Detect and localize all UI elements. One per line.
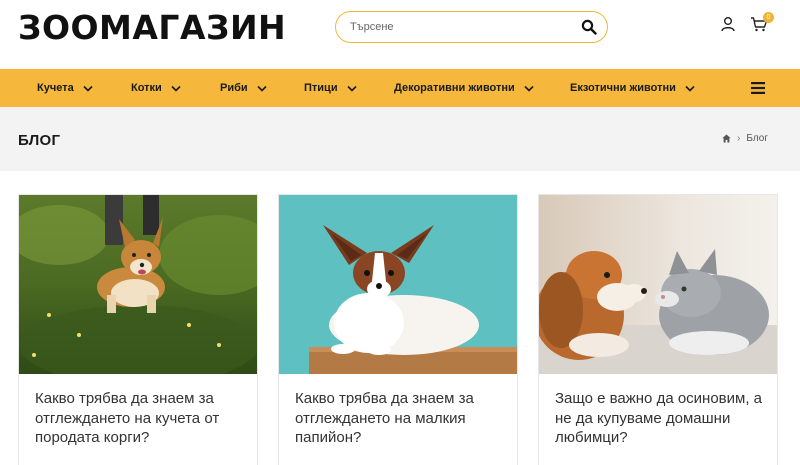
nav-item-label: Птици [304, 82, 338, 94]
chevron-down-icon [347, 85, 357, 92]
nav-item-cats[interactable]: Котки [131, 69, 181, 107]
post-title[interactable]: Защо е важно да осиновим, а не да купува… [555, 389, 767, 448]
chevron-down-icon [685, 85, 695, 92]
search-box [335, 11, 608, 43]
blog-card[interactable]: Какво трябва да знаем за отглеждането на… [278, 194, 518, 465]
chevron-down-icon [171, 85, 181, 92]
post-title[interactable]: Какво трябва да знаем за отглеждането на… [295, 389, 507, 448]
blog-card[interactable]: Защо е важно да осиновим, а не да купува… [538, 194, 778, 465]
breadcrumb-separator: › [737, 133, 741, 144]
nav-item-decorative-animals[interactable]: Декоративни животни [394, 69, 534, 107]
nav-item-label: Декоративни животни [394, 82, 515, 94]
main-navigation: Кучета Котки Риби Птици Декоративни живо… [0, 69, 800, 107]
breadcrumb-current: Блог [746, 133, 768, 144]
search-icon[interactable] [581, 19, 597, 35]
nav-item-dogs[interactable]: Кучета [37, 69, 93, 107]
chevron-down-icon [524, 85, 534, 92]
post-title[interactable]: Какво трябва да знаем за отглеждането на… [35, 389, 247, 448]
search-input[interactable] [350, 18, 570, 36]
blog-card[interactable]: Какво трябва да знаем за отглеждането на… [18, 194, 258, 465]
post-image-dog-and-cat[interactable] [539, 195, 777, 374]
cart-count-badge: 0 [763, 12, 774, 23]
nav-item-exotic-animals[interactable]: Екзотични животни [570, 69, 695, 107]
page-title-band: БЛОГ › Блог [0, 107, 800, 171]
nav-item-fish[interactable]: Риби [220, 69, 267, 107]
hamburger-menu-icon[interactable] [751, 82, 765, 94]
nav-item-label: Котки [131, 82, 162, 94]
nav-item-label: Кучета [37, 82, 74, 94]
chevron-down-icon [257, 85, 267, 92]
page-title: БЛОГ [18, 132, 61, 149]
breadcrumb: › Блог [722, 133, 768, 144]
nav-item-label: Екзотични животни [570, 82, 676, 94]
nav-item-label: Риби [220, 82, 248, 94]
post-image-corgi[interactable] [19, 195, 257, 374]
nav-item-birds[interactable]: Птици [304, 69, 357, 107]
site-logo[interactable]: ЗООМАГАЗИН [18, 8, 286, 47]
user-icon[interactable] [720, 16, 736, 32]
post-image-papillon[interactable] [279, 195, 517, 374]
chevron-down-icon [83, 85, 93, 92]
home-icon[interactable] [722, 134, 731, 143]
site-header: ЗООМАГАЗИН 0 [0, 0, 800, 69]
